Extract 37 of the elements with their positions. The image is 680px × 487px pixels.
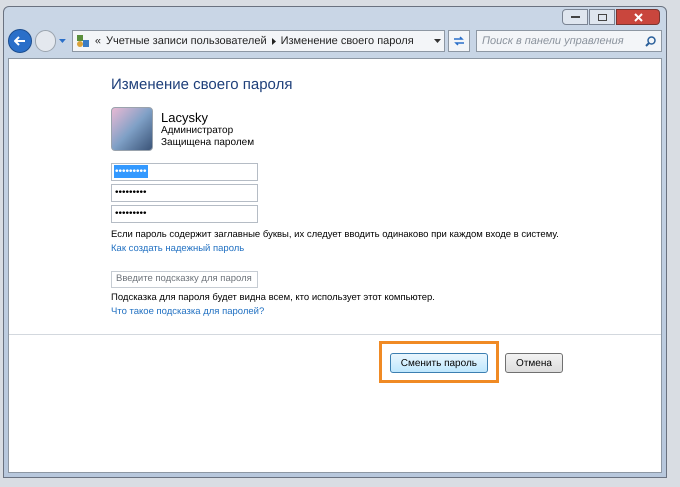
address-bar[interactable]: « Учетные записи пользователей Изменение своего пароля [72,30,446,52]
dropdown-arrow-icon [434,39,442,43]
breadcrumb-item[interactable]: Изменение своего пароля [280,32,414,50]
password-value: ••••••••• [114,207,148,220]
password-field[interactable]: ••••••••• [111,204,258,222]
user-status: Защищена паролем [161,136,254,148]
password-value: ••••••••• [114,186,148,199]
password-value: ••••••••• [114,165,148,178]
minimize-button[interactable] [562,9,588,25]
dialog-button[interactable]: Сменить пароль [390,353,488,373]
back-button[interactable] [8,29,32,53]
refresh-button[interactable] [448,30,470,52]
breadcrumb-overflow[interactable]: « [94,32,102,50]
password-field[interactable]: ••••••••• [111,184,258,202]
user-name: Lacysky [161,110,208,124]
dropdown-arrow-icon [59,39,66,43]
breadcrumb-item[interactable]: Учетные записи пользователей [106,32,267,50]
dialog-button[interactable]: Отмена [505,353,563,373]
maximize-icon [598,14,606,20]
strong-password-link[interactable]: Как создать надежный пароль [111,242,244,256]
avatar-picture [111,106,153,150]
hint-help-link[interactable]: Что такое подсказка для паролей? [111,305,264,320]
back-arrow-icon [14,36,26,46]
search-icon [644,36,656,46]
page-heading: Изменение своего пароля [111,75,292,95]
close-icon [634,12,642,22]
user-role: Администратор [161,124,234,136]
refresh-icon [453,36,466,46]
search-field[interactable]: Поиск в панели управления [476,30,662,52]
close-button[interactable] [616,9,660,25]
control-panel-icon [76,34,90,48]
caps-note: Если пароль содержит заглавные буквы, их следует вводить одинаково при каждом входе в систему. [111,228,559,242]
maximize-button[interactable] [589,9,615,25]
hint-note: Подсказка для пароля будет видна всем, кто использует этот компьютер. [111,291,435,305]
minimize-icon [570,16,580,18]
hint-field[interactable]: Введите подсказку для пароля [111,271,258,288]
chevron-right-icon [272,38,276,44]
